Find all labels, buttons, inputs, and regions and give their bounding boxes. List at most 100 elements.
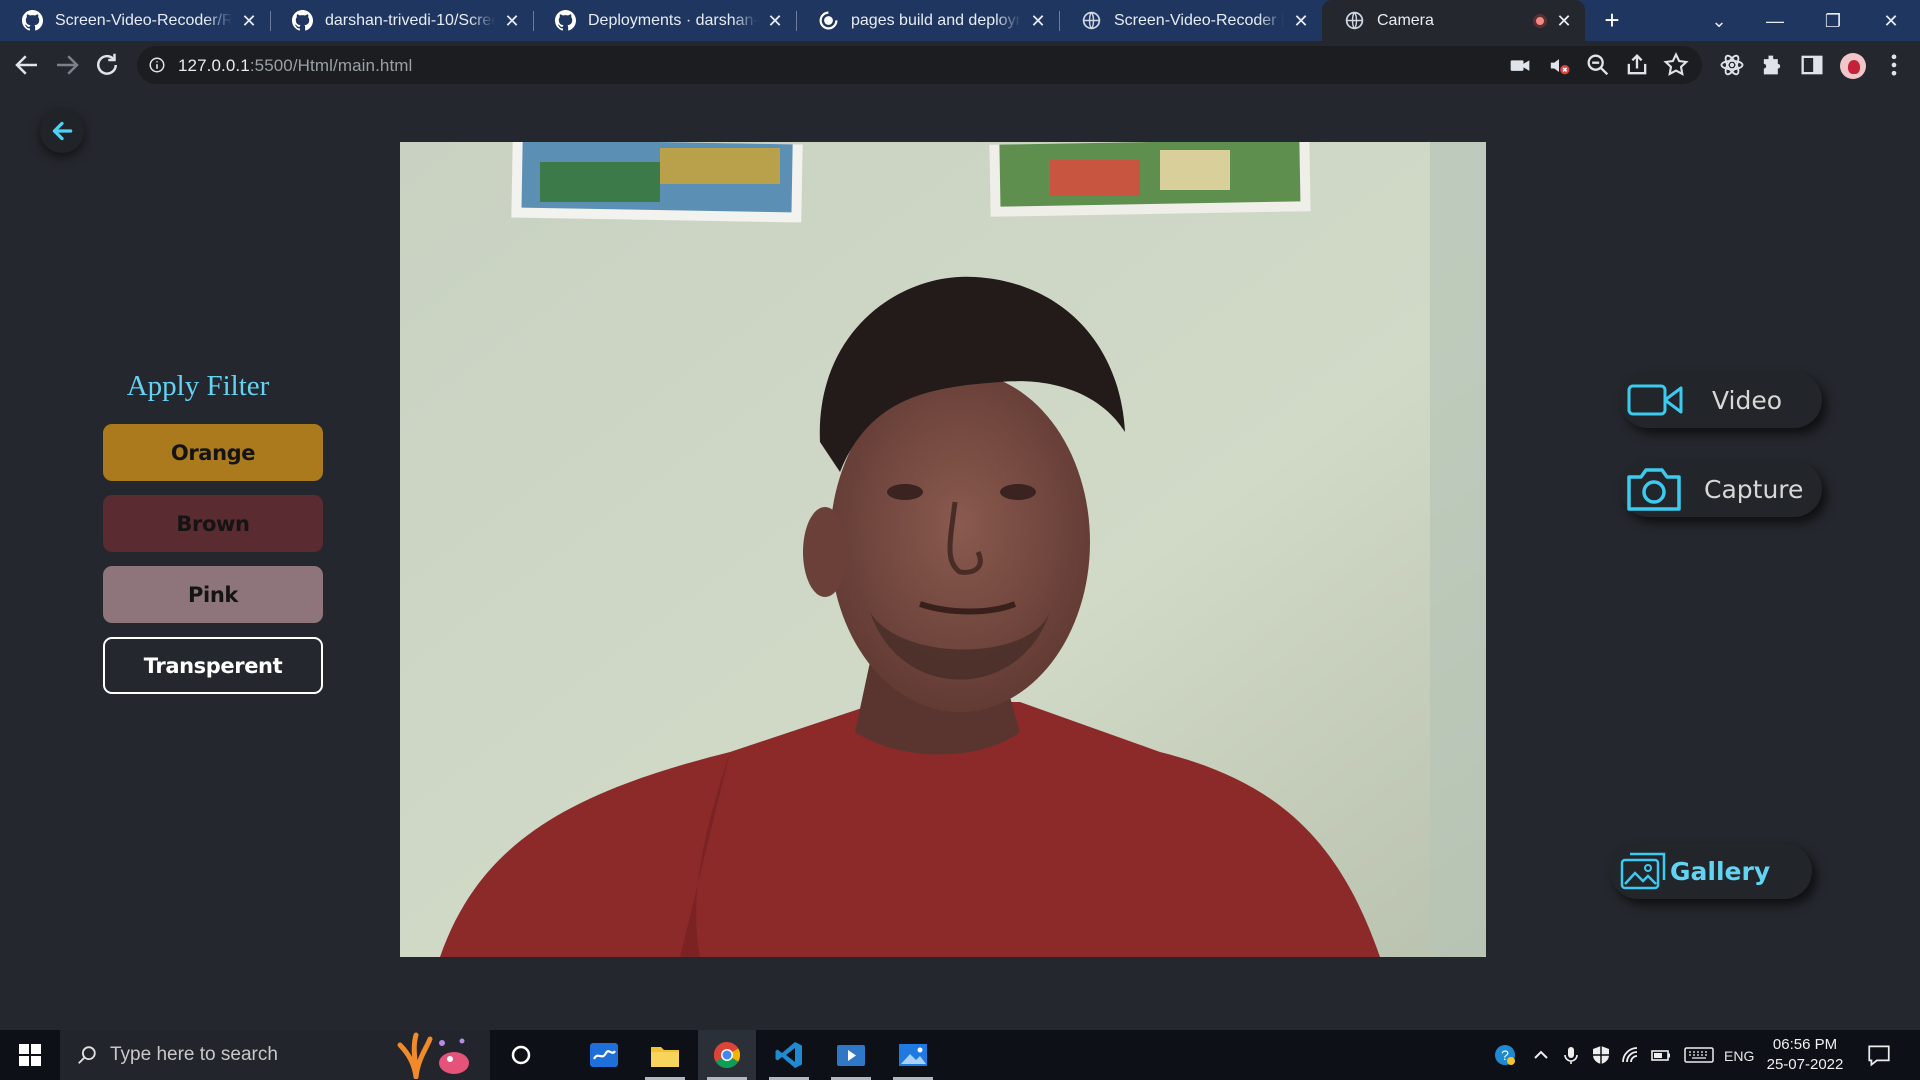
wall-poster-right <box>989 142 1311 217</box>
close-window-icon[interactable]: ✕ <box>1876 6 1906 36</box>
more-menu-icon[interactable] <box>1880 51 1908 79</box>
cortana-ring-icon <box>511 1045 531 1065</box>
tab-title: Deployments · darshan-trivedi-10 <box>588 11 758 29</box>
tab-deployments[interactable]: Deployments · darshan-trivedi-10 ✕ <box>533 0 797 41</box>
close-tab-icon[interactable]: ✕ <box>1553 10 1575 32</box>
notifications-icon[interactable] <box>1866 1042 1892 1068</box>
url-text: 127.0.0.1:5500/Html/main.html <box>178 56 412 76</box>
audio-muted-icon[interactable] <box>1545 51 1573 79</box>
browser-toolbar: 127.0.0.1:5500/Html/main.html <box>0 41 1920 89</box>
whiteboard-app-icon <box>590 1043 618 1067</box>
folder-icon <box>651 1047 679 1067</box>
search-highlight-illustration-icon <box>397 1032 469 1079</box>
tab-repository[interactable]: darshan-trivedi-10/Screen-Video-Recoder … <box>270 0 534 41</box>
photos-icon <box>899 1044 927 1066</box>
task-view-button[interactable] <box>492 1030 550 1080</box>
back-icon[interactable] <box>12 50 42 80</box>
taskbar-app-vscode[interactable] <box>760 1030 818 1080</box>
minimize-icon[interactable]: — <box>1760 6 1790 36</box>
zoom-out-icon[interactable] <box>1584 51 1612 79</box>
tab-title: darshan-trivedi-10/Screen-Video-Recoder <box>325 11 495 29</box>
taskbar-app-chrome[interactable] <box>698 1030 756 1080</box>
share-icon[interactable] <box>1623 51 1651 79</box>
github-icon <box>22 10 43 31</box>
close-tab-icon[interactable]: ✕ <box>501 10 523 32</box>
forward-icon[interactable] <box>52 50 82 80</box>
capture-label: Capture <box>1704 474 1804 504</box>
bookmark-star-icon[interactable] <box>1662 51 1690 79</box>
capture-photo-button[interactable]: Capture <box>1620 461 1822 517</box>
extensions-puzzle-icon[interactable] <box>1758 51 1786 79</box>
new-tab-button[interactable]: + <box>1599 7 1625 34</box>
video-editor-icon <box>837 1045 865 1066</box>
github-loading-icon <box>819 11 838 30</box>
vscode-icon <box>775 1042 802 1068</box>
system-clock[interactable]: 06:56 PM 25-07-2022 <box>1762 1035 1848 1075</box>
tab-site[interactable]: Screen-Video-Recoder | It is ✕ <box>1059 0 1322 41</box>
recording-indicator-icon <box>1533 13 1547 28</box>
react-devtools-icon[interactable] <box>1718 51 1746 79</box>
back-button[interactable] <box>40 109 84 153</box>
clock-date: 25-07-2022 <box>1766 1056 1844 1073</box>
wall-poster-left <box>511 142 803 223</box>
apply-filter-heading: Apply Filter <box>126 370 270 402</box>
reload-icon[interactable] <box>92 50 122 80</box>
side-panel-icon[interactable] <box>1798 51 1826 79</box>
help-icon[interactable]: ? <box>1494 1044 1516 1066</box>
site-info-icon[interactable] <box>148 56 166 74</box>
camera-in-use-icon[interactable] <box>1506 51 1534 79</box>
search-icon <box>78 1046 96 1064</box>
start-button[interactable] <box>0 1030 60 1080</box>
chevron-up-icon[interactable] <box>1530 1044 1552 1066</box>
security-shield-icon[interactable] <box>1590 1044 1612 1066</box>
filter-transparent-button[interactable]: Transperent <box>103 637 323 694</box>
taskbar-app-whiteboard[interactable] <box>575 1030 633 1080</box>
tab-pages-build[interactable]: pages build and deployment ✕ <box>796 0 1060 41</box>
tab-camera[interactable]: Camera ✕ <box>1322 0 1585 41</box>
camera-icon <box>1627 468 1681 511</box>
close-tab-icon[interactable]: ✕ <box>1290 10 1312 32</box>
video-label: Video <box>1712 385 1783 415</box>
tab-title: Screen-Video-Recoder | It is <box>1114 11 1284 29</box>
windows-taskbar: Type here to search ? ENG 06:56 PM 25-07… <box>0 1030 1920 1080</box>
filter-orange-button[interactable]: Orange <box>103 424 323 481</box>
globe-icon <box>1345 11 1364 30</box>
taskbar-search-box[interactable]: Type here to search <box>60 1030 490 1080</box>
tab-title: Camera <box>1377 11 1434 29</box>
arrow-left-icon <box>52 121 73 141</box>
tab-title: pages build and deployment <box>851 11 1021 29</box>
video-camera-icon <box>1627 384 1683 416</box>
microphone-icon[interactable] <box>1560 1044 1582 1066</box>
filter-pink-button[interactable]: Pink <box>103 566 323 623</box>
clock-time: 06:56 PM <box>1772 1036 1838 1053</box>
webcam-image <box>400 142 1486 957</box>
close-tab-icon[interactable]: ✕ <box>764 10 786 32</box>
wifi-icon[interactable] <box>1620 1044 1642 1066</box>
chrome-icon <box>713 1041 741 1069</box>
keyboard-icon[interactable] <box>1684 1044 1714 1066</box>
filter-brown-button[interactable]: Brown <box>103 495 323 552</box>
taskbar-app-file-explorer[interactable] <box>636 1030 694 1080</box>
profile-avatar[interactable] <box>1840 53 1866 79</box>
open-gallery-button[interactable]: Gallery <box>1610 843 1812 899</box>
windows-logo-icon <box>19 1044 41 1066</box>
language-indicator[interactable]: ENG <box>1724 1045 1754 1067</box>
taskbar-app-photos[interactable] <box>884 1030 942 1080</box>
github-icon <box>555 10 576 31</box>
gallery-icon <box>1620 852 1666 890</box>
close-tab-icon[interactable]: ✕ <box>1027 10 1049 32</box>
url-path: :5500/Html/main.html <box>249 56 413 75</box>
battery-icon[interactable] <box>1650 1044 1672 1066</box>
close-tab-icon[interactable]: ✕ <box>238 10 260 32</box>
restore-icon[interactable]: ❐ <box>1818 6 1848 36</box>
record-video-button[interactable]: Video <box>1620 372 1822 428</box>
url-host: 127.0.0.1 <box>178 56 250 75</box>
browser-tab-strip: Screen-Video-Recoder/README.md ✕ darshan… <box>0 0 1920 41</box>
github-icon <box>292 10 313 31</box>
globe-icon <box>1082 11 1101 30</box>
tab-title: Screen-Video-Recoder/README.md <box>55 11 232 29</box>
tab-readme[interactable]: Screen-Video-Recoder/README.md ✕ <box>0 0 271 41</box>
tab-search-icon[interactable]: ⌄ <box>1704 6 1734 36</box>
taskbar-app-video-editor[interactable] <box>822 1030 880 1080</box>
address-bar[interactable]: 127.0.0.1:5500/Html/main.html <box>137 46 1702 84</box>
